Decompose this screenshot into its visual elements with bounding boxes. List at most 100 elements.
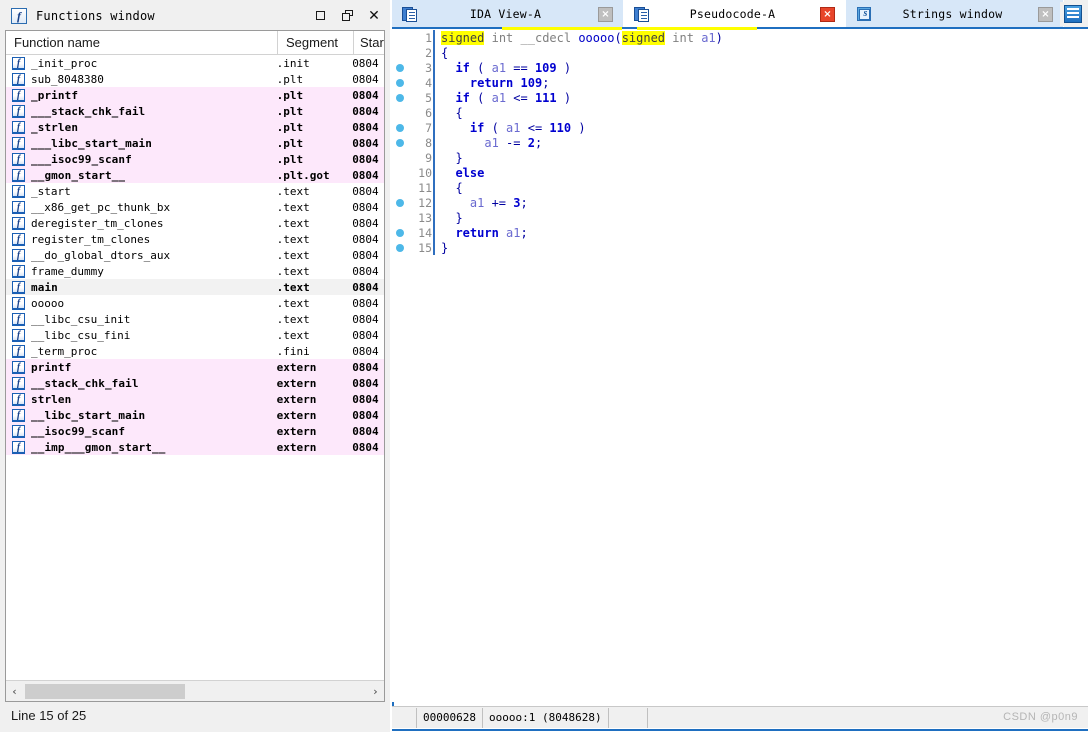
line-number: 11 [418, 180, 432, 195]
code-text: signed int __cdecl ooooo(signed int a1) [441, 30, 723, 45]
function-f-icon: f [12, 104, 25, 118]
gutter-accent-bar [433, 150, 435, 165]
breakpoint-dot-icon[interactable] [392, 90, 410, 105]
cell-segment: .plt [276, 88, 304, 102]
close-button[interactable]: ✕ [366, 8, 382, 24]
breakpoint-dot-icon[interactable] [392, 225, 410, 240]
gutter-accent-bar [433, 105, 435, 120]
code-line[interactable]: 5 if ( a1 <= 111 ) [392, 90, 1088, 105]
cell-function-name: ___isoc99_scanf [31, 152, 132, 166]
pseudocode-text-area[interactable]: 1 signed int __cdecl ooooo(signed int a1)… [392, 30, 1088, 702]
table-row[interactable]: f printf extern 0804 [6, 359, 384, 375]
table-row[interactable]: f strlen extern 0804 [6, 391, 384, 407]
breakpoint-dot-icon[interactable] [392, 75, 410, 90]
table-row[interactable]: f sub_8048380 .plt 0804 [6, 71, 384, 87]
table-row[interactable]: f deregister_tm_clones .text 0804 [6, 215, 384, 231]
breakpoint-gutter-slot[interactable] [392, 45, 410, 60]
column-header-start[interactable]: Star [354, 31, 384, 54]
code-line[interactable]: 15} [392, 240, 1088, 255]
code-line[interactable]: 4 return 109; [392, 75, 1088, 90]
function-f-icon: f [12, 200, 25, 214]
tab-close-icon[interactable]: × [820, 6, 835, 22]
function-f-icon: f [12, 88, 25, 102]
table-row[interactable]: f __isoc99_scanf extern 0804 [6, 423, 384, 439]
breakpoint-dot-icon[interactable] [392, 240, 410, 255]
cell-start-address: 0804 [352, 408, 379, 422]
cell-function-name: _init_proc [31, 56, 98, 70]
csdn-watermark: CSDN @p0n9 [1003, 711, 1078, 723]
code-line[interactable]: 7 if ( a1 <= 110 ) [392, 120, 1088, 135]
code-line[interactable]: 8 a1 -= 2; [392, 135, 1088, 150]
maximize-button[interactable] [312, 8, 328, 24]
breakpoint-gutter-slot[interactable] [392, 150, 410, 165]
restore-button[interactable] [339, 8, 355, 24]
breakpoint-dot-icon[interactable] [392, 135, 410, 150]
breakpoint-gutter-slot[interactable] [392, 180, 410, 195]
table-row[interactable]: f __x86_get_pc_thunk_bx .text 0804 [6, 199, 384, 215]
cell-function-name: ___libc_start_main [31, 136, 153, 150]
cell-segment: .text [276, 264, 310, 278]
table-row[interactable]: f __libc_csu_fini .text 0804 [6, 327, 384, 343]
table-row[interactable]: f frame_dummy .text 0804 [6, 263, 384, 279]
breakpoint-dot-icon[interactable] [392, 120, 410, 135]
table-row[interactable]: f register_tm_clones .text 0804 [6, 231, 384, 247]
code-line[interactable]: 1 signed int __cdecl ooooo(signed int a1) [392, 30, 1088, 45]
tab-ida-view-a[interactable]: IDA View-A × [392, 0, 624, 28]
function-f-icon: f [12, 232, 25, 246]
functions-horizontal-scrollbar[interactable]: ‹ › [6, 680, 384, 701]
breakpoint-dot-icon[interactable] [392, 195, 410, 210]
cell-function-name: _strlen [31, 120, 79, 134]
table-row[interactable]: f __libc_csu_init .text 0804 [6, 311, 384, 327]
code-line[interactable]: 13 } [392, 210, 1088, 225]
table-row[interactable]: f __stack_chk_fail extern 0804 [6, 375, 384, 391]
gutter-accent-bar [433, 75, 435, 90]
table-row[interactable]: f main .text 0804 [6, 279, 384, 295]
column-header-function-name[interactable]: Function name [6, 31, 278, 54]
breakpoint-gutter-slot[interactable] [392, 30, 410, 45]
tab-close-icon[interactable]: × [1038, 6, 1053, 22]
table-row[interactable]: f __gmon_start__ .plt.got 0804 [6, 167, 384, 183]
table-row[interactable]: f ___stack_chk_fail .plt 0804 [6, 103, 384, 119]
view-tabbar[interactable]: IDA View-A × Pseudocode-A × Strings window × [392, 0, 1088, 28]
table-row[interactable]: f __imp___gmon_start__ extern 0804 [6, 439, 384, 455]
scrollbar-thumb[interactable] [25, 683, 185, 699]
functions-table-body[interactable]: f _init_proc .init 0804 f sub_8048380 .plt 0804… [6, 55, 384, 679]
tab-pseudocode-a[interactable]: Pseudocode-A × [624, 0, 846, 28]
breakpoint-gutter-slot[interactable] [392, 165, 410, 180]
table-row[interactable]: f __libc_start_main extern 0804 [6, 407, 384, 423]
code-text: { [441, 105, 463, 120]
scroll-right-arrow-icon[interactable]: › [367, 682, 384, 701]
function-f-icon: f [12, 248, 25, 262]
code-line[interactable]: 10 else [392, 165, 1088, 180]
breakpoint-gutter-slot[interactable] [392, 105, 410, 120]
code-line[interactable]: 12 a1 += 3; [392, 195, 1088, 210]
code-line[interactable]: 6 { [392, 105, 1088, 120]
code-line[interactable]: 14 return a1; [392, 225, 1088, 240]
table-row[interactable]: f _term_proc .fini 0804 [6, 343, 384, 359]
function-f-icon: f [12, 184, 25, 198]
code-line[interactable]: 9 } [392, 150, 1088, 165]
table-row[interactable]: f ___libc_start_main .plt 0804 [6, 135, 384, 151]
table-row[interactable]: f ___isoc99_scanf .plt 0804 [6, 151, 384, 167]
table-row[interactable]: f _start .text 0804 [6, 183, 384, 199]
code-line[interactable]: 3 if ( a1 == 109 ) [392, 60, 1088, 75]
cell-function-name: _printf [31, 88, 79, 102]
breakpoint-dot-icon[interactable] [392, 60, 410, 75]
table-row[interactable]: f _printf .plt 0804 [6, 87, 384, 103]
scroll-left-arrow-icon[interactable]: ‹ [6, 682, 23, 701]
cell-segment: .plt [276, 72, 304, 86]
column-header-segment[interactable]: Segment [278, 31, 354, 54]
code-line[interactable]: 11 { [392, 180, 1088, 195]
scrollbar-track[interactable] [23, 681, 367, 701]
list-view-button[interactable] [1060, 2, 1086, 26]
gutter-accent-bar [433, 225, 435, 240]
table-row[interactable]: f __do_global_dtors_aux .text 0804 [6, 247, 384, 263]
table-row[interactable]: f _init_proc .init 0804 [6, 55, 384, 71]
tab-strings-window[interactable]: Strings window × [846, 0, 1064, 28]
cell-segment: .init [276, 56, 310, 70]
tab-close-icon[interactable]: × [598, 6, 613, 22]
table-row[interactable]: f _strlen .plt 0804 [6, 119, 384, 135]
table-row[interactable]: f ooooo .text 0804 [6, 295, 384, 311]
breakpoint-gutter-slot[interactable] [392, 210, 410, 225]
code-line[interactable]: 2{ [392, 45, 1088, 60]
